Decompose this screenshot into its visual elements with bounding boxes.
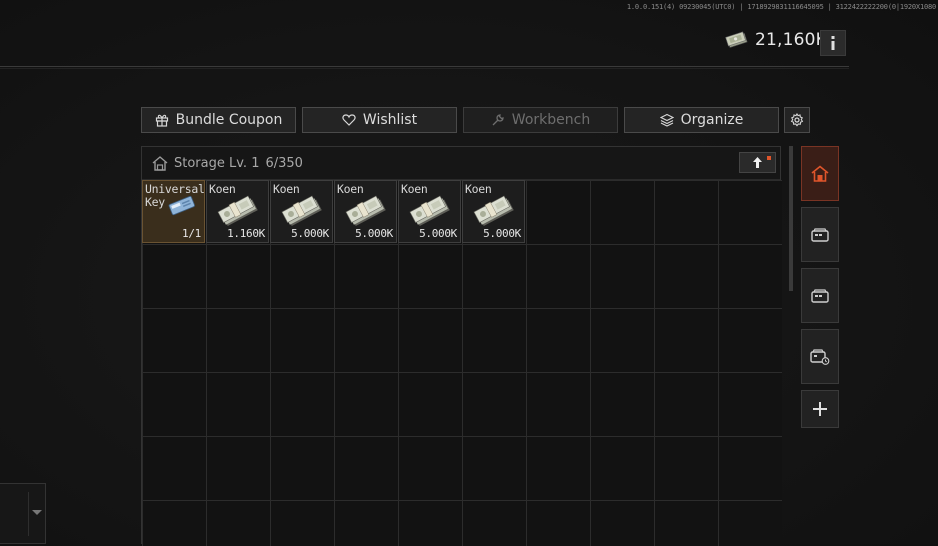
currency-amount: 21,160K (755, 30, 828, 50)
container-lock-icon (810, 348, 830, 365)
layers-icon (659, 113, 674, 127)
dropdown-divider (28, 492, 29, 536)
item-quantity: 5.000K (483, 227, 521, 240)
bundle-coupon-label: Bundle Coupon (175, 112, 283, 128)
sidebar-item-container-3[interactable] (801, 329, 839, 384)
workbench-label: Workbench (511, 112, 591, 128)
plus-icon (813, 402, 827, 416)
settings-button[interactable] (784, 107, 810, 133)
wrench-icon (492, 114, 504, 126)
arrow-up-icon (753, 157, 762, 168)
info-button[interactable] (820, 30, 846, 56)
transfer-button[interactable] (739, 152, 776, 173)
notification-dot (767, 156, 771, 160)
item-cell-koen[interactable]: Koen 5.000K (334, 180, 397, 243)
organize-button[interactable]: Organize (624, 107, 779, 133)
add-container-button[interactable] (801, 390, 839, 428)
money-stack-icon (281, 195, 322, 227)
storage-header: Storage Lv. 1 6/350 (142, 147, 780, 180)
storage-grid: Universal Key 1/1 Koen 1.160K Koen 5.000… (142, 180, 782, 546)
money-stack-icon (217, 195, 258, 227)
item-quantity: 1/1 (182, 227, 201, 240)
currency-display: 21,160K (725, 30, 827, 50)
home-storage-icon (152, 155, 168, 171)
wishlist-label: Wishlist (362, 112, 418, 128)
gear-icon (790, 113, 804, 127)
sidebar-item-container-1[interactable] (801, 207, 839, 262)
container-icon (811, 288, 829, 303)
money-stack-icon (409, 195, 450, 227)
item-quantity: 1.160K (227, 227, 265, 240)
chevron-down-icon (32, 510, 42, 515)
bundle-coupon-button[interactable]: Bundle Coupon (141, 107, 296, 133)
organize-label: Organize (680, 112, 744, 128)
info-icon (831, 36, 835, 50)
money-stack-icon (473, 195, 514, 227)
heart-icon (342, 114, 356, 126)
storage-capacity: 6/350 (265, 155, 303, 171)
filter-dropdown[interactable] (0, 483, 46, 544)
workbench-button[interactable]: Workbench (463, 107, 618, 133)
wishlist-button[interactable]: Wishlist (302, 107, 457, 133)
key-card-icon (168, 195, 195, 216)
storage-toolbar: Bundle Coupon Wishlist Workbench Organiz… (141, 107, 810, 133)
sidebar-item-container-2[interactable] (801, 268, 839, 323)
koen-money-icon (725, 31, 748, 48)
item-cell-koen[interactable]: Koen 5.000K (398, 180, 461, 243)
storage-scrollbar[interactable] (789, 146, 793, 291)
home-storage-icon (811, 164, 829, 182)
header-divider-shadow (0, 68, 849, 69)
item-cell-koen[interactable]: Koen 5.000K (462, 180, 525, 243)
item-quantity: 5.000K (291, 227, 329, 240)
money-stack-icon (345, 195, 386, 227)
item-cell-universal-key[interactable]: Universal Key 1/1 (142, 180, 205, 243)
header-divider (0, 66, 849, 67)
container-icon (811, 227, 829, 242)
item-quantity: 5.000K (419, 227, 457, 240)
item-cell-koen[interactable]: Koen 5.000K (270, 180, 333, 243)
item-cell-koen[interactable]: Koen 1.160K (206, 180, 269, 243)
build-info: 1.0.0.151(4) 09230045(UTC0) | 1718929831… (626, 3, 936, 11)
gift-icon (155, 114, 168, 127)
item-quantity: 5.000K (355, 227, 393, 240)
sidebar-item-storage-home[interactable] (801, 146, 839, 201)
storage-panel: Storage Lv. 1 6/350 Universal Key 1/1 Ko… (141, 146, 782, 546)
storage-title: Storage Lv. 1 (174, 155, 260, 171)
